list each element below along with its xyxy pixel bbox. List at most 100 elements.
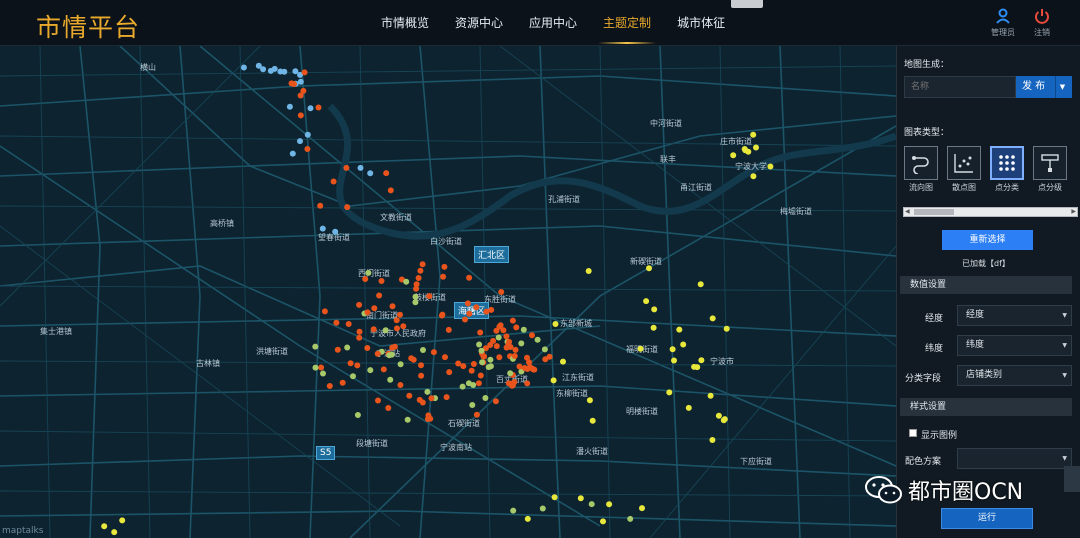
scroll-right-icon[interactable]: ▶ bbox=[1071, 208, 1076, 216]
nav-resource-center[interactable]: 资源中心 bbox=[442, 0, 516, 46]
map-point[interactable] bbox=[513, 324, 520, 331]
map-point[interactable] bbox=[767, 163, 774, 170]
map-point[interactable] bbox=[397, 382, 404, 388]
map-canvas[interactable]: 横山 文教街道 望春街道 西门街道 南门街道 宁波站 鼓楼街道 白沙街道 东部新… bbox=[0, 46, 896, 538]
map-point[interactable] bbox=[460, 363, 467, 370]
map-point[interactable] bbox=[459, 383, 466, 390]
map-point[interactable] bbox=[680, 341, 687, 348]
map-point[interactable] bbox=[507, 370, 514, 377]
map-point[interactable] bbox=[387, 376, 394, 383]
map-point[interactable] bbox=[427, 415, 434, 422]
map-point[interactable] bbox=[651, 306, 658, 313]
reselect-button[interactable]: 重新选择 bbox=[942, 230, 1033, 250]
map-point[interactable] bbox=[465, 380, 472, 387]
map-point[interactable] bbox=[347, 360, 354, 367]
map-point[interactable] bbox=[412, 299, 419, 306]
map-point[interactable] bbox=[385, 405, 392, 411]
map-point[interactable] bbox=[627, 515, 634, 522]
map-point[interactable] bbox=[417, 267, 424, 274]
map-point[interactable] bbox=[468, 367, 475, 374]
map-point[interactable] bbox=[354, 412, 361, 418]
map-point[interactable] bbox=[588, 501, 595, 508]
map-point[interactable] bbox=[397, 311, 403, 318]
map-point[interactable] bbox=[389, 344, 396, 351]
user-button[interactable]: 管理员 bbox=[983, 6, 1023, 42]
map-point[interactable] bbox=[383, 170, 390, 177]
map-point[interactable] bbox=[709, 437, 716, 443]
map-point[interactable] bbox=[479, 359, 486, 366]
map-point[interactable] bbox=[397, 361, 404, 368]
map-point[interactable] bbox=[418, 362, 424, 369]
map-point[interactable] bbox=[709, 315, 716, 322]
map-point[interactable] bbox=[315, 104, 322, 111]
longitude-select[interactable]: 经度 ▼ bbox=[957, 305, 1072, 326]
map-point[interactable] bbox=[606, 501, 613, 508]
map-point[interactable] bbox=[343, 164, 350, 171]
map-point[interactable] bbox=[478, 347, 485, 354]
nav-market-overview[interactable]: 市情概览 bbox=[368, 0, 442, 46]
chart-type-scrollbar[interactable]: ◀ ▶ bbox=[903, 207, 1078, 217]
map-point[interactable] bbox=[480, 353, 487, 360]
map-point[interactable] bbox=[378, 278, 385, 284]
map-point[interactable] bbox=[697, 281, 704, 288]
map-point[interactable] bbox=[277, 68, 284, 75]
map-point[interactable] bbox=[685, 404, 692, 411]
map-point[interactable] bbox=[393, 317, 400, 324]
map-point[interactable] bbox=[389, 303, 396, 310]
map-point[interactable] bbox=[388, 351, 395, 358]
map-point[interactable] bbox=[524, 380, 531, 387]
chart-type-point-level[interactable]: 点分级 bbox=[1031, 146, 1069, 193]
map-point[interactable] bbox=[345, 321, 352, 327]
map-point[interactable] bbox=[289, 150, 296, 157]
map-point[interactable] bbox=[643, 298, 650, 305]
map-point[interactable] bbox=[466, 310, 473, 317]
map-point[interactable] bbox=[488, 306, 495, 313]
map-point[interactable] bbox=[455, 360, 462, 367]
map-point[interactable] bbox=[493, 343, 500, 350]
map-point[interactable] bbox=[445, 326, 452, 333]
scroll-thumb[interactable] bbox=[914, 209, 954, 215]
map-point[interactable] bbox=[720, 417, 727, 424]
map-point[interactable] bbox=[333, 319, 340, 326]
map-point[interactable] bbox=[119, 517, 126, 524]
map-point[interactable] bbox=[669, 346, 676, 353]
map-point[interactable] bbox=[418, 372, 425, 379]
map-point[interactable] bbox=[412, 293, 419, 300]
map-point[interactable] bbox=[487, 342, 494, 348]
map-point[interactable] bbox=[503, 333, 510, 340]
map-point[interactable] bbox=[413, 281, 420, 288]
map-point[interactable] bbox=[365, 269, 372, 276]
map-point[interactable] bbox=[466, 274, 473, 281]
category-field-select[interactable]: 店铺类别 ▼ bbox=[957, 365, 1072, 386]
map-point[interactable] bbox=[694, 364, 701, 371]
map-point[interactable] bbox=[420, 347, 426, 353]
map-point[interactable] bbox=[534, 336, 541, 343]
map-point[interactable] bbox=[443, 394, 450, 401]
map-point[interactable] bbox=[730, 152, 737, 159]
map-point[interactable] bbox=[477, 329, 484, 336]
map-point[interactable] bbox=[404, 416, 411, 423]
map-point[interactable] bbox=[530, 366, 537, 373]
map-point[interactable] bbox=[350, 373, 356, 380]
color-scheme-select[interactable]: ▼ bbox=[957, 448, 1072, 469]
map-point[interactable] bbox=[524, 354, 530, 361]
map-point[interactable] bbox=[516, 363, 523, 370]
map-point[interactable] bbox=[639, 505, 645, 512]
app-logo[interactable]: 市情平台 bbox=[36, 8, 140, 44]
map-point[interactable] bbox=[301, 69, 308, 76]
map-point[interactable] bbox=[382, 327, 389, 334]
map-point[interactable] bbox=[339, 379, 346, 386]
map-point[interactable] bbox=[586, 397, 593, 404]
map-point[interactable] bbox=[552, 321, 559, 327]
map-point[interactable] bbox=[271, 65, 278, 72]
map-point[interactable] bbox=[406, 392, 413, 399]
map-point[interactable] bbox=[495, 334, 502, 341]
map-point[interactable] bbox=[321, 308, 328, 315]
map-point[interactable] bbox=[637, 345, 644, 352]
map-point[interactable] bbox=[750, 173, 757, 180]
map-point[interactable] bbox=[375, 397, 381, 404]
map-point[interactable] bbox=[496, 354, 503, 361]
map-point[interactable] bbox=[521, 365, 528, 371]
map-point[interactable] bbox=[475, 380, 482, 387]
name-input[interactable] bbox=[904, 76, 1016, 98]
